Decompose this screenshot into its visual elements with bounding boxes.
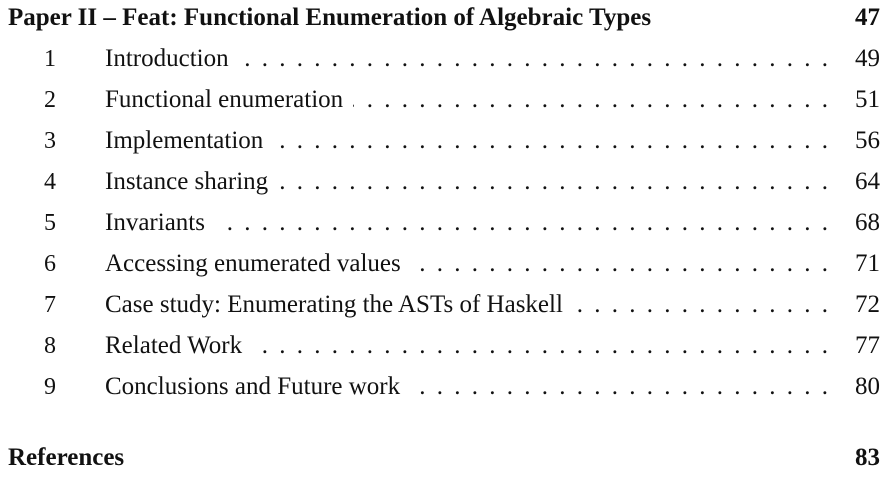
section-title: Introduction (105, 45, 229, 72)
toc-entry[interactable]: 5 Invariants 68 (8, 209, 880, 237)
dot-leader (410, 374, 828, 399)
section-title: Instance sharing (105, 168, 269, 195)
section-page-number: 72 (855, 291, 880, 318)
section-number: 5 (44, 210, 56, 236)
section-number: 9 (44, 374, 56, 400)
references-title: References (8, 444, 125, 471)
section-page-number: 51 (855, 86, 880, 113)
section-title: Related Work (105, 332, 243, 359)
section-page-number: 49 (855, 45, 880, 72)
toc-entry[interactable]: 4 Instance sharing 64 (8, 168, 880, 196)
dot-leader (411, 251, 828, 276)
section-number: 8 (44, 333, 56, 359)
toc-references-heading[interactable]: References 83 (8, 444, 880, 472)
section-number: 2 (44, 87, 56, 113)
dot-leader (273, 128, 828, 153)
section-title: Case study: Enumerating the ASTs of Hask… (105, 291, 563, 318)
section-number: 4 (44, 169, 56, 195)
section-number: 7 (44, 292, 56, 318)
toc-entry[interactable]: 8 Related Work 77 (8, 332, 880, 360)
section-number: 6 (44, 251, 56, 277)
dot-leader (353, 87, 828, 112)
section-number: 1 (44, 46, 56, 72)
references-page-number: 83 (855, 444, 880, 471)
table-of-contents: Paper II – Feat: Functional Enumeration … (0, 0, 891, 482)
section-title: Functional enumeration (105, 86, 344, 113)
toc-entry[interactable]: 2 Functional enumeration 51 (8, 86, 880, 114)
section-page-number: 80 (855, 373, 880, 400)
toc-entry[interactable]: 6 Accessing enumerated values 71 (8, 250, 880, 278)
toc-paper-heading[interactable]: Paper II – Feat: Functional Enumeration … (8, 4, 880, 32)
paper-page-number: 47 (855, 4, 880, 31)
section-page-number: 64 (855, 168, 880, 195)
section-page-number: 56 (855, 127, 880, 154)
section-title: Implementation (105, 127, 264, 154)
dot-leader (215, 210, 828, 235)
section-page-number: 68 (855, 209, 880, 236)
paper-title: Paper II – Feat: Functional Enumeration … (8, 4, 652, 31)
toc-entry[interactable]: 7 Case study: Enumerating the ASTs of Ha… (8, 291, 880, 319)
section-page-number: 71 (855, 250, 880, 277)
toc-entry[interactable]: 3 Implementation 56 (8, 127, 880, 155)
section-title: Accessing enumerated values (105, 250, 401, 277)
dot-leader (252, 333, 828, 358)
dot-leader (278, 169, 828, 194)
section-title: Conclusions and Future work (105, 373, 401, 400)
dot-leader (573, 292, 828, 317)
section-page-number: 77 (855, 332, 880, 359)
section-number: 3 (44, 128, 56, 154)
toc-entry[interactable]: 9 Conclusions and Future work 80 (8, 373, 880, 401)
toc-entry[interactable]: 1 Introduction 49 (8, 45, 880, 73)
dot-leader (239, 46, 828, 71)
section-title: Invariants (105, 209, 205, 236)
